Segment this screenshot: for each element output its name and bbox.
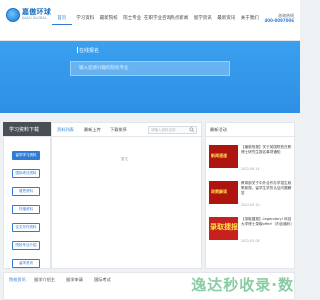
news-title[interactable]: 【录取捷报】Legendary! 科技大学博士录取offer!（内含福利） [241,217,294,227]
category-button[interactable]: 留学资讯 [12,259,40,268]
news-item[interactable]: 新闻速递 【最新快报】关于英国院校在职博士研究生报名事项通知 2022-06-1… [209,145,293,175]
hotline: 咨询热线 400-0097006 [265,13,295,24]
materials-category-list: 留学学习资料 国际考试资料 雅思资料 托福资料 论文写作资料 院校专业介绍 留学… [3,136,51,269]
news-thumbnail[interactable]: 政策解读 [209,181,238,204]
nav-item-consult[interactable]: 在职学业咨询 [144,15,171,21]
news-thumbnail[interactable]: 新闻速递 [209,145,238,168]
activity-header: 最新活动 [206,123,296,137]
activity-title: 最新活动 [210,127,227,132]
nav-item-latest[interactable]: 最新资讯 [215,15,239,21]
tab-latest-upload[interactable]: 最新上传 [84,127,101,133]
latest-activity-panel: 最新活动 新闻速递 【最新快报】关于英国院校在职博士研究生报名事项通知 2022… [205,122,296,269]
globe-icon [6,8,20,22]
hero-title-bar [77,47,78,53]
bottom-info-strip: 院校资讯 留学介绍主 留学申请 国际考试 逸达秒收录·数 [3,272,295,300]
materials-panel-title: 学习资料下载 [9,127,40,133]
nav-item-hot-news[interactable]: 热点新闻 [168,15,192,21]
brand-subtitle: JIAAO GLOBAL [22,16,47,21]
hero-search-box[interactable]: 输入您感兴趣的院校专业 [70,61,230,76]
page-root: 嘉傲环球 JIAAO GLOBAL 首页 学习资料 最新院校 院士专业 在职学业… [0,0,300,300]
category-button[interactable]: 留学学习资料 [12,151,40,160]
nav-item-home[interactable]: 首页 [50,15,74,21]
tab-application[interactable]: 留学申请 [66,277,83,283]
hero-title: 在线报名 [79,48,100,54]
nav-item-schools[interactable]: 最新院校 [97,15,121,21]
news-title[interactable]: 教育部关于中外合作办学招生政策新规，留学生学历认证问题解答 [241,181,293,196]
materials-search-box[interactable]: 请输入资料名称 [148,126,197,134]
materials-search-input[interactable]: 请输入资料名称 [151,128,176,133]
watermark-text: 逸达秒收录·数 [191,276,294,294]
news-date: 2022-05-10 [241,203,260,207]
category-button[interactable]: 雅思资料 [12,187,40,196]
main-nav: 首页 学习资料 最新院校 院士专业 在职学业咨询 热点新闻 留学资讯 最新资讯 … [50,15,262,21]
news-thumbnail-text: 录取捷报 [210,223,238,231]
category-button[interactable]: 院校专业介绍 [12,241,40,250]
hero-banner: 在线报名 输入您感兴趣的院校专业 [0,41,300,113]
tab-exams[interactable]: 国际考试 [94,277,111,283]
news-thumbnail[interactable]: 录取捷报 [209,217,238,240]
category-button[interactable]: 论文写作资料 [12,223,40,232]
tab-school-info[interactable]: 院校资讯 [9,277,26,283]
nav-item-study-abroad[interactable]: 留学资讯 [191,15,215,21]
tab-material-list[interactable]: 资料列表 [57,127,74,133]
hero-search-input[interactable]: 输入您感兴趣的院校专业 [79,65,129,71]
news-title[interactable]: 【最新快报】关于英国院校在职博士研究生报名事项通知 [241,145,293,155]
brand-name: 嘉傲环球 [22,8,52,17]
category-button[interactable]: 托福资料 [12,205,40,214]
hotline-number[interactable]: 400-0097006 [265,18,295,24]
tab-study-intro[interactable]: 留学介绍主 [34,277,55,283]
news-thumbnail-text: 新闻速递 [211,153,227,158]
news-item[interactable]: 录取捷报 【录取捷报】Legendary! 科技大学博士录取offer!（内含福… [209,217,294,247]
nav-active-indicator [52,24,72,25]
empty-state-text: 暂无 [121,157,128,161]
site-header: 嘉傲环球 JIAAO GLOBAL 首页 学习资料 最新院校 院士专业 在职学业… [0,0,300,41]
nav-item-about[interactable]: 关于我们 [238,15,262,21]
nav-item-majors[interactable]: 院士专业 [121,15,145,21]
materials-list-panel: 资料列表 最新上传 下载排序 请输入资料名称 暂无 [51,122,203,269]
tab-download-rank[interactable]: 下载排序 [110,127,127,133]
news-item[interactable]: 政策解读 教育部关于中外合作办学招生政策新规，留学生学历认证问题解答 2022-… [209,181,293,211]
category-button[interactable]: 国际考试资料 [12,169,40,178]
news-date: 2022-06-14 [241,167,260,171]
news-date: 2022-05-08 [241,239,260,243]
site-logo[interactable]: 嘉傲环球 JIAAO GLOBAL [6,8,51,22]
news-thumbnail-text: 政策解读 [211,189,227,194]
materials-tabs: 资料列表 最新上传 下载排序 请输入资料名称 [52,123,203,137]
search-icon[interactable] [189,127,195,133]
materials-panel-header: 学习资料下载 [3,122,51,136]
nav-item-materials[interactable]: 学习资料 [74,15,98,21]
